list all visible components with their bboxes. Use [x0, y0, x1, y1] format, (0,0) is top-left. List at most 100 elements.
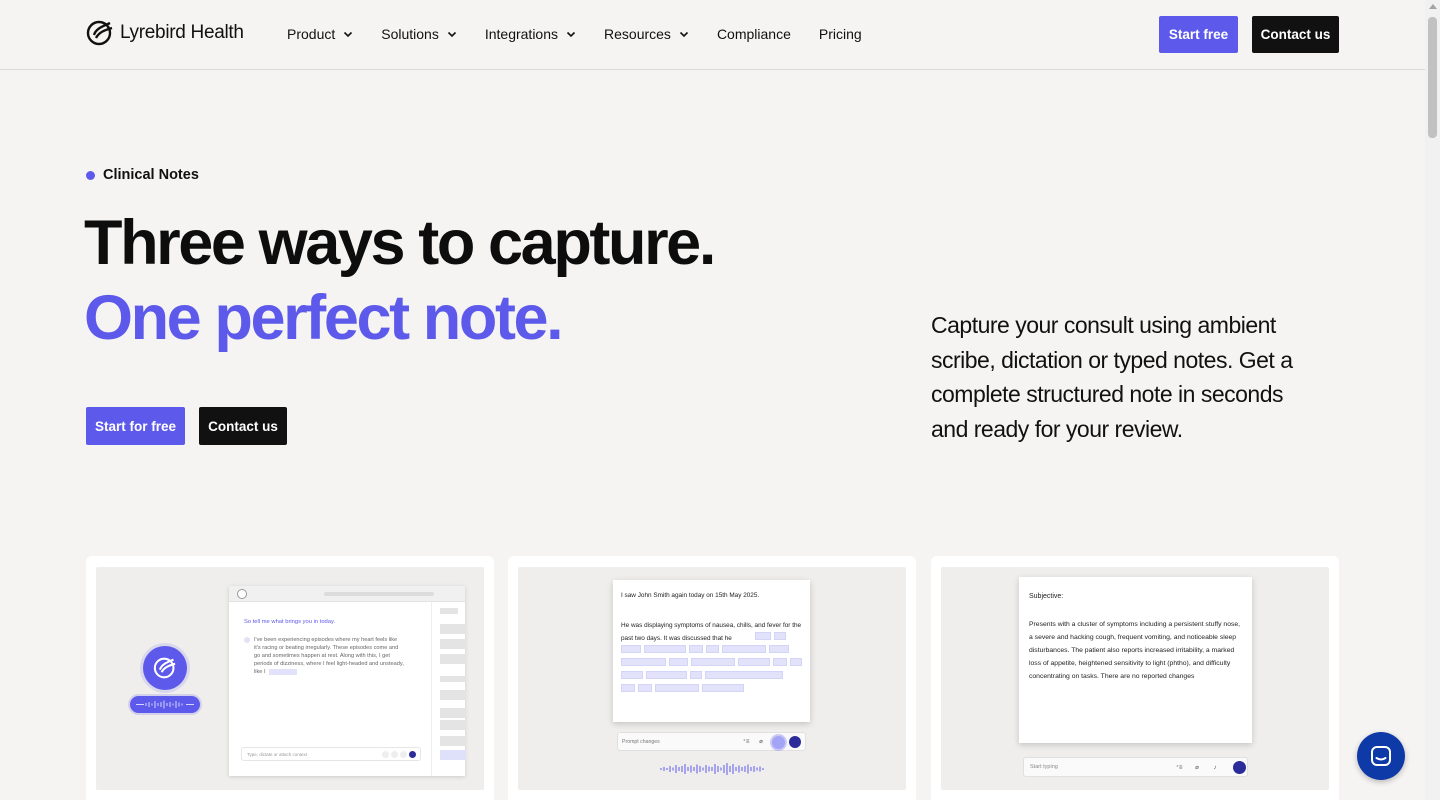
sidebar-row — [440, 720, 466, 730]
sidebar-row — [440, 654, 466, 664]
pending-text-block — [621, 684, 635, 692]
address-bar — [324, 592, 434, 596]
mic-icon: ♪ — [1213, 765, 1217, 771]
card-ambient-illustration: So tell me what brings you in today. I'v… — [96, 567, 484, 790]
hero-title-line2: One perfect note. — [84, 283, 564, 353]
typed-input-placeholder: Start typing — [1030, 764, 1058, 770]
hero-start-free-button[interactable]: Start for free — [86, 407, 185, 445]
recording-avatar — [143, 646, 187, 690]
send-icon — [409, 751, 416, 758]
header-start-free-button[interactable]: Start free — [1159, 16, 1238, 53]
pending-text-block — [655, 684, 699, 692]
pending-text-block — [774, 632, 786, 640]
pending-text-block — [755, 632, 771, 640]
sidebar-row — [440, 736, 466, 746]
pending-text-block — [690, 671, 702, 679]
prompt-placeholder: Prompt changes — [622, 739, 660, 745]
pending-text-block — [638, 684, 652, 692]
chevron-down-icon — [447, 31, 456, 38]
send-icon — [1233, 761, 1246, 774]
attach-icon: ⌀ — [1195, 765, 1199, 771]
pending-text-block — [790, 658, 802, 666]
pending-text-block — [689, 645, 703, 653]
nav-product[interactable]: Product — [287, 24, 353, 44]
pending-text-block — [669, 658, 688, 666]
clinician-question: So tell me what brings you in today. — [244, 619, 336, 625]
ambient-input-placeholder: Type, dictate or attach context — [247, 752, 308, 757]
nav-compliance-label: Compliance — [716, 26, 791, 42]
scroll-up-arrow-icon[interactable] — [1429, 4, 1437, 9]
hero-title-line1: Three ways to capture. — [84, 208, 716, 278]
chevron-down-icon — [679, 31, 689, 38]
template-icon — [391, 751, 398, 758]
hero-contact-button[interactable]: Contact us — [199, 407, 287, 445]
card-ambient[interactable]: So tell me what brings you in today. I'v… — [86, 556, 494, 800]
nav-solutions[interactable]: Solutions — [381, 24, 457, 44]
hero-description: Capture your consult using ambient scrib… — [931, 312, 1293, 442]
pending-text-block — [769, 645, 789, 653]
ambient-sidebar — [431, 602, 466, 776]
nav-compliance[interactable]: Compliance — [717, 24, 791, 44]
eyebrow: Clinical Notes — [86, 167, 199, 183]
prompt-changes-input: Prompt changes ⁺≡ ⌀ — [617, 732, 806, 751]
pending-text-block — [691, 658, 735, 666]
nav-product-label: Product — [287, 26, 336, 42]
card-dictation-illustration: I saw John Smith again today on 15th May… — [518, 567, 906, 790]
chat-icon — [1371, 746, 1391, 766]
note-section-heading: Subjective: — [1029, 593, 1064, 600]
send-icon — [789, 736, 801, 748]
typed-input: Start typing ⁺≡ ⌀ ♪ — [1023, 757, 1248, 777]
pending-text-block — [705, 671, 783, 679]
logo[interactable]: Lyrebird Health — [86, 20, 244, 46]
nav-pricing[interactable]: Pricing — [819, 24, 862, 44]
window-app-icon — [237, 589, 247, 599]
sidebar-row — [440, 624, 466, 634]
sidebar-row — [440, 639, 466, 649]
header-contact-button[interactable]: Contact us — [1252, 16, 1339, 53]
sidebar-row — [440, 676, 466, 682]
chevron-down-icon — [344, 31, 353, 38]
card-typed[interactable]: Subjective: Presents with a cluster of s… — [931, 556, 1339, 800]
sidebar-row — [440, 708, 466, 718]
eyebrow-label: Clinical Notes — [103, 167, 199, 183]
template-icon: ⁺≡ — [1175, 765, 1183, 771]
input-actions — [382, 751, 416, 758]
pending-text-block — [644, 645, 686, 653]
ambient-input: Type, dictate or attach context — [241, 747, 421, 761]
page-scrollbar[interactable] — [1425, 0, 1440, 800]
sidebar-row — [440, 608, 458, 614]
recording-waveform — [130, 696, 200, 713]
nav-resources[interactable]: Resources — [604, 24, 689, 44]
logo-text: Lyrebird Health — [120, 22, 244, 43]
nav-integrations[interactable]: Integrations — [485, 24, 576, 44]
card-dictation[interactable]: I saw John Smith again today on 15th May… — [508, 556, 916, 800]
pending-text-block — [621, 671, 643, 679]
chevron-down-icon — [566, 31, 576, 38]
mic-active-icon — [772, 736, 785, 749]
note-section-body: Presents with a cluster of symptoms incl… — [1029, 621, 1241, 680]
scroll-thumb[interactable] — [1428, 17, 1437, 138]
pending-text-block — [646, 671, 687, 679]
nav-pricing-label: Pricing — [818, 26, 862, 42]
eyebrow-dot-icon — [86, 170, 95, 180]
sidebar-row-active — [440, 750, 466, 760]
nav-solutions-label: Solutions — [381, 26, 439, 42]
dictation-line-1: I saw John Smith again today on 15th May… — [621, 592, 760, 599]
typed-note-document: Subjective: Presents with a cluster of s… — [1019, 577, 1252, 743]
dictation-waveform-icon — [660, 763, 764, 775]
pending-text-block — [773, 658, 787, 666]
chat-launcher-button[interactable] — [1357, 732, 1405, 780]
main-nav: Product Solutions Integrations Resources… — [287, 24, 890, 44]
template-icon: ⁺≡ — [742, 739, 750, 745]
sidebar-row — [440, 690, 466, 700]
attach-icon: ⌀ — [759, 739, 763, 745]
pending-text-block — [621, 645, 641, 653]
lyrebird-logo-icon — [153, 657, 176, 679]
pending-text-block — [702, 684, 744, 692]
site-header: Lyrebird Health Product Solutions Integr… — [0, 0, 1425, 70]
patient-answer: I've been experiencing episodes where my… — [254, 636, 404, 676]
nav-resources-label: Resources — [604, 26, 671, 42]
pending-text-block — [738, 658, 770, 666]
window-titlebar — [229, 586, 465, 602]
mic-icon — [400, 751, 407, 758]
